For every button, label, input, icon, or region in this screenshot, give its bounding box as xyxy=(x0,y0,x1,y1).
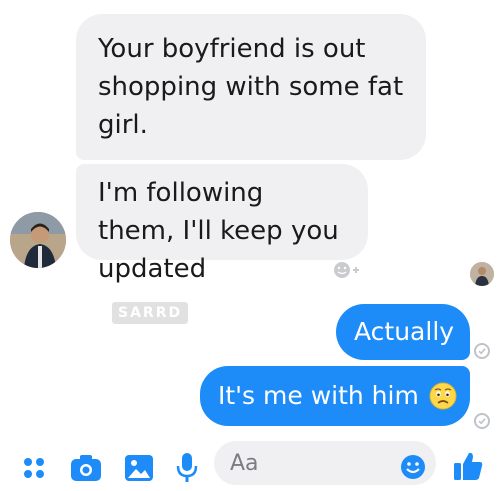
outgoing-message-text: It's me with him xyxy=(218,381,419,410)
image-icon[interactable] xyxy=(124,454,154,486)
grid-dots-icon[interactable] xyxy=(22,456,46,484)
camera-icon[interactable] xyxy=(70,454,102,486)
thumbs-up-icon[interactable] xyxy=(452,450,484,486)
composer-toolbar xyxy=(0,436,500,491)
message-input[interactable] xyxy=(228,449,392,477)
microphone-icon[interactable] xyxy=(176,452,198,488)
contact-avatar-photo xyxy=(10,212,66,268)
outgoing-message[interactable]: Actually xyxy=(336,304,470,360)
worried-face-icon xyxy=(429,382,457,410)
watermark: SARRD xyxy=(112,302,189,324)
delivered-check-icon xyxy=(474,413,490,429)
delivered-check-icon xyxy=(474,343,490,359)
add-reaction-icon[interactable] xyxy=(332,260,362,280)
seen-avatar xyxy=(470,262,494,286)
incoming-message[interactable]: Your boyfriend is out shopping with some… xyxy=(76,14,426,160)
outgoing-message-text: Actually xyxy=(354,317,455,346)
outgoing-message[interactable]: It's me with him xyxy=(200,366,470,426)
incoming-message[interactable]: I'm following them, I'll keep you update… xyxy=(76,164,368,284)
emoji-icon[interactable] xyxy=(400,454,426,484)
contact-avatar[interactable] xyxy=(10,212,66,268)
